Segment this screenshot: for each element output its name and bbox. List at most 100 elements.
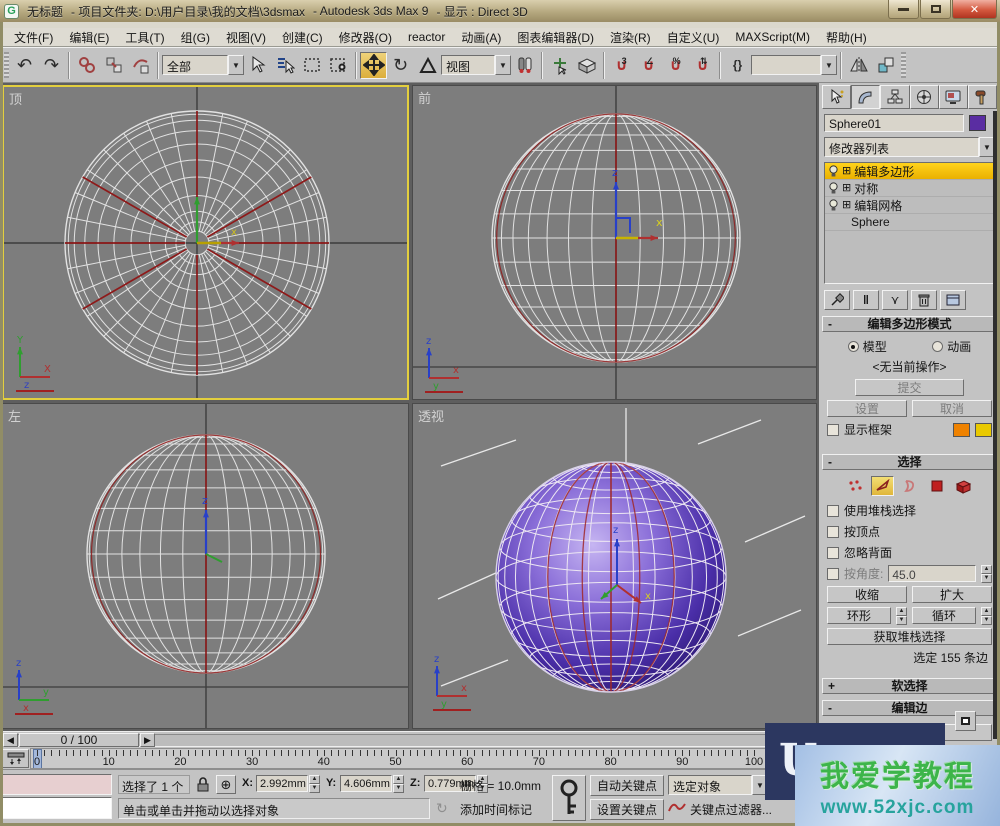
loop-button[interactable]: 循环 (912, 607, 976, 624)
key-filters-button[interactable]: 关键点过滤器... (690, 801, 772, 818)
menu-item-组G[interactable]: 组(G) (173, 27, 218, 48)
minimize-button[interactable] (888, 0, 919, 19)
viewport-perspective-canvas[interactable]: zxzxy (413, 404, 816, 728)
select-and-scale-button[interactable] (414, 52, 441, 79)
add-time-tag-button[interactable]: 添加时间标记 (460, 801, 532, 818)
select-and-move-button[interactable] (360, 52, 387, 79)
menu-item-修改器O[interactable]: 修改器(O) (331, 27, 400, 48)
modifier-stack-item[interactable]: ⊞编辑网格 (825, 197, 994, 214)
viewport-left-canvas[interactable]: zzyx (3, 404, 408, 728)
edit-named-selection-sets-button[interactable]: {} (724, 52, 751, 79)
rollout-edit-poly-mode-header[interactable]: - 编辑多边形模式 (822, 316, 997, 332)
viewport-perspective-label[interactable]: 透视 (418, 406, 444, 425)
y-coordinate-field[interactable]: 4.606mm (340, 775, 392, 792)
menu-item-reactor[interactable]: reactor (400, 28, 453, 46)
pin-stack-button[interactable] (824, 290, 850, 310)
next-frame-button[interactable]: ▶ (140, 733, 155, 747)
cage-color-swatch-2[interactable] (975, 423, 992, 437)
subobject-border-button[interactable] (898, 476, 921, 496)
redo-button[interactable]: ↷ (38, 52, 65, 79)
reference-coordinate-dropdown[interactable]: 视图 ▼ (441, 55, 511, 75)
cancel-button[interactable]: 取消 (912, 400, 992, 417)
angle-snap-toggle-button[interactable]: ∪∠ (635, 52, 662, 79)
subobject-element-button[interactable] (952, 476, 975, 496)
ring-spinner[interactable]: ▲▼ (896, 607, 907, 624)
menu-item-图表编辑器D[interactable]: 图表编辑器(D) (509, 27, 602, 48)
x-coordinate-field[interactable]: 2.992mm (256, 775, 308, 792)
modifier-expand-icon[interactable]: ⊞ (842, 200, 851, 211)
by-angle-spinner[interactable]: ▲▼ (981, 565, 992, 582)
y-spinner[interactable]: ▲▼ (393, 775, 404, 792)
dropdown-arrow-icon[interactable]: ▼ (495, 55, 511, 75)
track-bar-ruler[interactable]: 0102030405060708090100 (30, 748, 819, 769)
modifier-bulb-icon[interactable] (828, 199, 839, 212)
maxscript-listener-input[interactable] (2, 797, 112, 819)
modifier-stack-item[interactable]: ⊞编辑多边形 (825, 163, 994, 180)
rollout-selection-header[interactable]: - 选择 (822, 454, 997, 470)
spinner-snap-toggle-button[interactable]: ∪⇅ (689, 52, 716, 79)
settings-button[interactable]: 设置 (827, 400, 907, 417)
ignore-backfacing-checkbox[interactable] (827, 547, 839, 559)
toolbar-grip[interactable] (901, 52, 906, 78)
cage-color-swatch-1[interactable] (953, 423, 970, 437)
align-button[interactable] (872, 52, 899, 79)
select-object-button[interactable] (244, 52, 271, 79)
menu-item-工具T[interactable]: 工具(T) (117, 27, 172, 48)
snap-toggle-3d-button[interactable]: ∪3 (608, 52, 635, 79)
menu-item-MAXScriptM[interactable]: MAXScript(M) (727, 28, 818, 46)
tab-modify[interactable] (851, 85, 880, 109)
modifier-stack-item[interactable]: ⊞对称 (825, 180, 994, 197)
maxscript-mini-listener[interactable] (2, 774, 112, 795)
menu-item-文件F[interactable]: 文件(F) (6, 27, 61, 48)
selection-filter-dropdown[interactable]: 全部 ▼ (162, 55, 244, 75)
absolute-mode-transform-button[interactable]: ⊕ (216, 775, 236, 794)
modifier-stack-list[interactable]: ⊞编辑多边形⊞对称⊞编辑网格Sphere (824, 162, 995, 284)
unlink-selection-button[interactable] (100, 52, 127, 79)
show-end-result-button[interactable]: ‖ (853, 290, 879, 310)
modifier-stack-item[interactable]: Sphere (825, 214, 994, 231)
subobject-vertex-button[interactable] (844, 476, 867, 496)
tab-display[interactable] (939, 85, 968, 109)
time-slider-handle[interactable]: 0 / 100 (19, 733, 139, 747)
show-cage-checkbox[interactable] (827, 424, 839, 436)
get-stack-selection-button[interactable]: 获取堆栈选择 (827, 628, 992, 645)
ring-button[interactable]: 环形 (827, 607, 891, 624)
key-selection-dropdown[interactable]: 选定对象 ▼ (668, 775, 768, 795)
select-by-name-button[interactable] (271, 52, 298, 79)
menu-item-视图V[interactable]: 视图(V) (218, 27, 274, 48)
remove-modifier-button[interactable] (911, 290, 937, 310)
rollout-soft-selection-header[interactable]: + 软选择 (822, 678, 997, 694)
viewport-top-label[interactable]: 顶 (9, 89, 22, 108)
dropdown-arrow-icon[interactable]: ▼ (228, 55, 244, 75)
maximize-button[interactable] (920, 0, 951, 19)
tab-motion[interactable] (910, 85, 939, 109)
loop-spinner[interactable]: ▲▼ (981, 607, 992, 624)
menu-item-创建C[interactable]: 创建(C) (274, 27, 331, 48)
menu-item-编辑E[interactable]: 编辑(E) (61, 27, 117, 48)
tab-create[interactable] (822, 85, 851, 109)
asset-browser-button[interactable] (573, 52, 600, 79)
named-selection-sets-dropdown[interactable]: ▼ (751, 55, 837, 75)
close-button[interactable]: ✕ (952, 0, 997, 19)
previous-frame-button[interactable]: ◀ (3, 733, 18, 747)
make-unique-button[interactable]: ⋎ (882, 290, 908, 310)
by-angle-checkbox[interactable] (827, 568, 839, 580)
use-pivot-center-button[interactable] (511, 52, 538, 79)
subobject-polygon-button[interactable] (925, 476, 948, 496)
maximize-viewport-toggle-button[interactable] (955, 711, 976, 731)
commit-button[interactable]: 提交 (855, 379, 964, 396)
by-vertex-checkbox[interactable] (827, 526, 839, 538)
viewport-top-canvas[interactable]: xYXz (4, 87, 407, 398)
object-name-field[interactable]: Sphere01 (824, 114, 964, 132)
undo-button[interactable]: ↶ (11, 52, 38, 79)
rectangular-selection-region-button[interactable] (298, 52, 325, 79)
modifier-expand-icon[interactable]: ⊞ (842, 183, 851, 194)
toolbar-grip[interactable] (4, 52, 9, 78)
grow-button[interactable]: 扩大 (912, 586, 992, 603)
x-spinner[interactable]: ▲▼ (309, 775, 320, 792)
modifier-list-dropdown[interactable]: 修改器列表 ▼ (824, 137, 995, 157)
menu-item-帮助H[interactable]: 帮助(H) (818, 27, 875, 48)
menu-item-自定义U[interactable]: 自定义(U) (659, 27, 728, 48)
radio-animate[interactable]: 动画 (932, 338, 971, 355)
set-key-big-button[interactable] (552, 775, 586, 821)
